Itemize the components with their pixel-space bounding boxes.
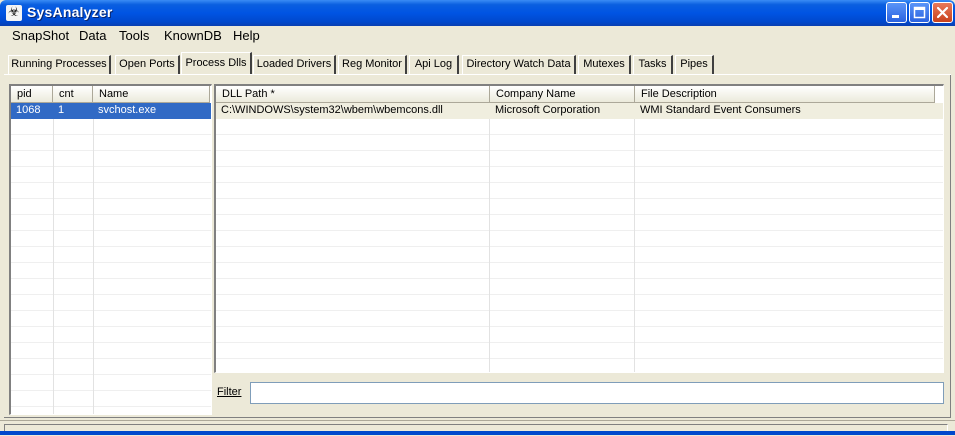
tab-loaded-drivers[interactable]: Loaded Drivers [253,55,336,74]
tab-mutexes[interactable]: Mutexes [578,55,631,74]
column-divider [93,103,94,414]
dll-list[interactable]: DLL Path * Company Name File Description… [214,84,944,373]
menu-snapshot[interactable]: SnapShot [12,28,69,43]
column-header-cnt[interactable]: cnt [53,86,93,103]
gridlines [11,103,211,414]
column-divider [634,103,635,372]
tab-reg-monitor[interactable]: Reg Monitor [338,55,407,74]
column-header-company-name[interactable]: Company Name [490,86,635,103]
maximize-button[interactable] [909,2,930,23]
column-header-name[interactable]: Name [93,86,210,103]
process-list-body: 1068 1 svchost.exe [11,103,211,414]
cell-dll-path: C:\WINDOWS\system32\wbem\wbemcons.dll [221,104,443,116]
biohazard-icon[interactable]: ☣ [6,5,22,21]
column-header-pid[interactable]: pid [11,86,53,103]
column-header-file-description[interactable]: File Description [635,86,935,103]
menu-tools[interactable]: Tools [119,28,149,43]
minimize-button[interactable] [886,2,907,23]
column-divider [489,103,490,372]
close-button[interactable] [932,2,953,23]
table-row[interactable]: C:\WINDOWS\system32\wbem\wbemcons.dll Mi… [216,103,943,119]
menu-data[interactable]: Data [79,28,106,43]
column-divider [53,103,54,414]
tab-directory-watch-data[interactable]: Directory Watch Data [462,55,576,74]
menu-help[interactable]: Help [233,28,260,43]
tab-running-processes[interactable]: Running Processes [8,55,111,74]
cell-name: svchost.exe [98,104,157,116]
table-row[interactable]: 1068 1 svchost.exe [11,103,211,119]
filter-input[interactable] [250,382,944,404]
process-list[interactable]: pid cnt Name 1068 1 svchost.exe [9,84,212,415]
tab-process-dlls[interactable]: Process Dlls [181,52,252,74]
title-bar: ☣ SysAnalyzer [0,0,955,26]
cell-company-name: Microsoft Corporation [495,104,601,116]
process-list-header: pid cnt Name [11,86,210,103]
tab-tasks[interactable]: Tasks [633,55,673,74]
cell-pid: 1068 [16,104,41,116]
window-title: SysAnalyzer [27,4,113,20]
cell-cnt: 1 [58,104,65,116]
dll-list-header: DLL Path * Company Name File Description [216,86,935,103]
minimize-icon [892,15,899,18]
menu-knowndb[interactable]: KnownDB [164,28,222,43]
tab-open-ports[interactable]: Open Ports [115,55,180,74]
cell-file-description: WMI Standard Event Consumers [640,104,801,116]
dll-list-body: C:\WINDOWS\system32\wbem\wbemcons.dll Mi… [216,103,943,372]
maximize-icon [913,6,926,19]
window-frame-bottom [0,431,955,435]
column-header-dll-path[interactable]: DLL Path * [216,86,490,103]
close-icon [936,6,949,19]
filter-label: Filter [217,386,242,398]
gridlines [216,103,943,372]
tab-api-log[interactable]: Api Log [409,55,459,74]
menu-bar: SnapShot Data Tools KnownDB Help [0,26,955,46]
tab-pipes[interactable]: Pipes [675,55,714,74]
